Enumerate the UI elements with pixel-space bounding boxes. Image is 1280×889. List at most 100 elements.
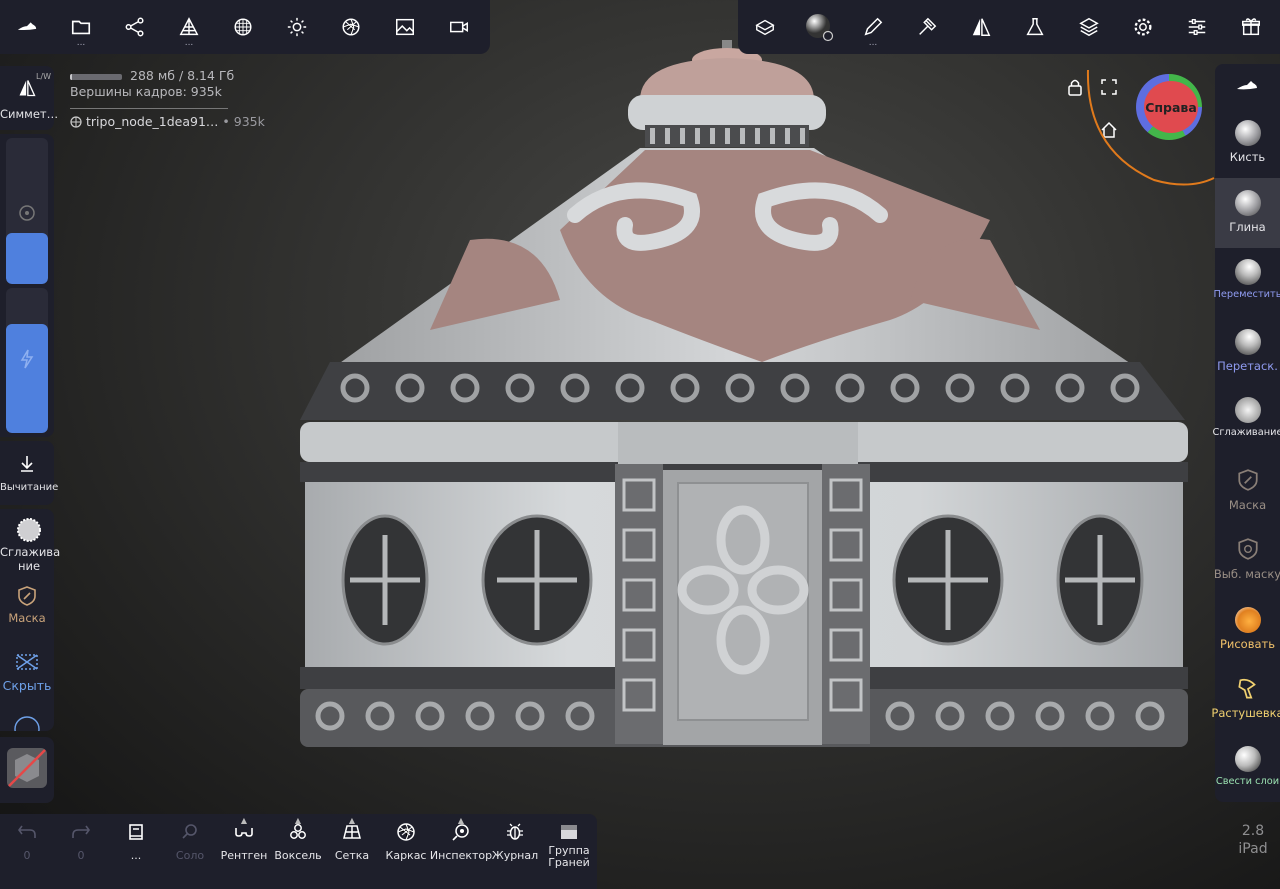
voxel-button[interactable]: ▲ Воксель bbox=[271, 816, 325, 861]
right-tool-clay[interactable]: Глина bbox=[1215, 178, 1280, 248]
right-tool-flatten-layers[interactable]: Свести слои bbox=[1215, 746, 1280, 787]
paint-button[interactable]: ... bbox=[846, 0, 900, 54]
more-indicator: ... bbox=[76, 38, 86, 48]
lightning-icon bbox=[20, 349, 34, 369]
app-logo-icon[interactable] bbox=[1235, 78, 1259, 94]
gift-button[interactable] bbox=[1224, 0, 1278, 54]
journal-label: Журнал bbox=[491, 849, 539, 862]
grid-button[interactable]: ▲ Сетка bbox=[325, 816, 379, 861]
wireframe-icon bbox=[397, 823, 415, 841]
undo-icon bbox=[18, 825, 36, 838]
radius-slider[interactable] bbox=[6, 138, 48, 284]
topology-button[interactable]: ... bbox=[162, 0, 216, 54]
right-tool-label: Сглаживание bbox=[1212, 427, 1280, 438]
left-tools-panel: Сглажива ние Маска Скрыть bbox=[0, 509, 60, 731]
scene-tool-button[interactable] bbox=[738, 0, 792, 54]
right-tool-label: Выб. маску bbox=[1213, 567, 1280, 581]
filters-button[interactable] bbox=[1008, 0, 1062, 54]
background-button[interactable] bbox=[378, 0, 432, 54]
right-tool-label: Кисть bbox=[1229, 150, 1266, 164]
symmetry-button[interactable] bbox=[954, 0, 1008, 54]
redo-button[interactable]: 0 bbox=[54, 822, 108, 861]
redo-count: 0 bbox=[77, 849, 85, 862]
journal-button[interactable]: Журнал bbox=[488, 822, 542, 861]
symmetry-badge: L/W bbox=[36, 72, 52, 81]
box-eraser-icon bbox=[755, 19, 775, 36]
glasses-icon bbox=[235, 828, 253, 837]
view-cube-gizmo[interactable]: Справа bbox=[1136, 74, 1202, 140]
right-tool-paint[interactable]: Рисовать bbox=[1215, 607, 1280, 651]
history-button[interactable]: ... bbox=[109, 822, 163, 861]
right-tool-smooth[interactable]: Сглаживание bbox=[1212, 397, 1280, 438]
top-left-toolbar: ... ... bbox=[0, 0, 490, 54]
history-more: ... bbox=[130, 849, 142, 862]
mesh-button[interactable] bbox=[216, 0, 270, 54]
drag-icon bbox=[1234, 329, 1261, 355]
vertex-count: Вершины кадров: 935k bbox=[70, 84, 222, 99]
facegroup-label: Группа Граней bbox=[548, 844, 590, 869]
right-tool-label: Свести слои bbox=[1215, 776, 1280, 787]
inspector-label: Инспектор bbox=[429, 849, 493, 862]
sculpt-model-yurt[interactable] bbox=[290, 40, 1190, 760]
no-material-icon bbox=[7, 748, 47, 788]
symmetry-icon bbox=[972, 18, 991, 36]
material-swatch-button[interactable] bbox=[0, 737, 54, 803]
memory-usage: 288 мб / 8.14 Гб bbox=[130, 68, 235, 83]
left-tool-mask[interactable]: Маска bbox=[0, 585, 54, 625]
right-tool-move[interactable]: Переместить bbox=[1214, 259, 1280, 300]
clay-icon bbox=[1234, 190, 1261, 216]
scene-button[interactable] bbox=[108, 0, 162, 54]
xray-label: Рентген bbox=[220, 849, 268, 862]
right-tool-select-mask[interactable]: Выб. маску bbox=[1213, 537, 1280, 581]
left-tool-hide-label: Скрыть bbox=[2, 678, 52, 693]
left-tool-smooth[interactable]: Сглажива ние bbox=[0, 517, 60, 573]
matcap-sphere-icon bbox=[806, 14, 834, 42]
wireframe-button[interactable]: Каркас bbox=[379, 822, 433, 861]
version-number: 2.8 bbox=[1241, 823, 1265, 839]
right-tool-drag[interactable]: Перетаск. bbox=[1215, 329, 1280, 373]
facegroup-button[interactable]: Группа Граней bbox=[542, 822, 596, 869]
material-button[interactable] bbox=[324, 0, 378, 54]
file-button[interactable]: ... bbox=[54, 0, 108, 54]
matcap-button[interactable] bbox=[792, 0, 846, 54]
right-tool-smudge[interactable]: Растушевка bbox=[1211, 676, 1280, 720]
node-vertex-count: • 935k bbox=[222, 114, 265, 129]
move-icon bbox=[1234, 259, 1261, 285]
lighting-button[interactable] bbox=[270, 0, 324, 54]
layers-icon bbox=[1079, 17, 1099, 37]
folder-icon bbox=[71, 20, 91, 35]
inspector-button[interactable]: ▲ Инспектор bbox=[430, 816, 492, 861]
search-icon bbox=[182, 824, 197, 839]
pen-icon bbox=[864, 17, 883, 36]
active-node[interactable]: tripo_node_1dea91… • 935k bbox=[70, 114, 265, 130]
symmetry-toggle[interactable]: L/W Симмет… bbox=[0, 66, 58, 130]
video-icon bbox=[450, 21, 468, 33]
solo-button[interactable]: Соло bbox=[163, 822, 217, 861]
paint-icon bbox=[1234, 607, 1261, 633]
intensity-slider[interactable] bbox=[6, 288, 48, 433]
undo-button[interactable]: 0 bbox=[0, 822, 54, 861]
lock-icon[interactable] bbox=[1066, 78, 1084, 96]
right-tool-brush[interactable]: Кисть bbox=[1215, 120, 1280, 164]
right-tool-label: Глина bbox=[1229, 220, 1266, 234]
material-icon bbox=[342, 18, 360, 36]
bug-icon bbox=[507, 823, 523, 840]
mask-icon bbox=[18, 586, 36, 606]
gear-icon bbox=[1134, 18, 1152, 36]
xray-button[interactable]: ▲ Рентген bbox=[217, 816, 271, 862]
node-name: tripo_node_1dea91… bbox=[86, 114, 219, 129]
scene-graph-icon bbox=[125, 17, 144, 37]
right-tool-mask[interactable]: Маска bbox=[1215, 468, 1280, 512]
tools-button[interactable] bbox=[900, 0, 954, 54]
facegroup-icon bbox=[561, 825, 577, 839]
smooth-icon bbox=[1234, 397, 1261, 423]
app-logo-button[interactable] bbox=[0, 0, 54, 54]
gift-icon bbox=[1242, 18, 1260, 36]
left-tool-hide[interactable]: Скрыть bbox=[0, 649, 54, 693]
view-cube-face-right[interactable]: Справа bbox=[1144, 81, 1198, 133]
camera-button[interactable] bbox=[432, 0, 486, 54]
select-mask-icon bbox=[1237, 538, 1258, 560]
stats-overlay: 288 мб / 8.14 Гб Вершины кадров: 935k tr… bbox=[70, 68, 265, 130]
redo-icon bbox=[72, 825, 90, 838]
subtract-toggle[interactable]: Вычитание bbox=[0, 441, 58, 505]
